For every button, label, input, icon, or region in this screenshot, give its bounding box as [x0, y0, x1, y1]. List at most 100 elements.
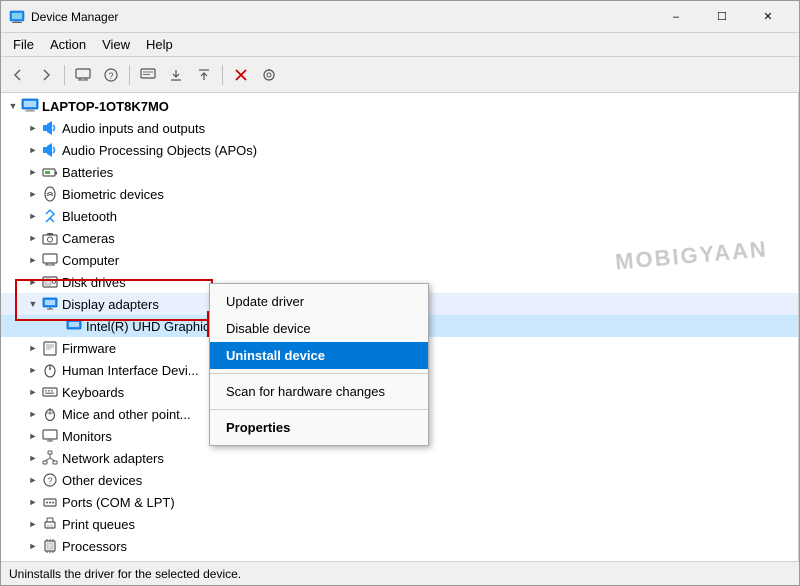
monitors-label: Monitors	[62, 429, 112, 444]
close-button[interactable]: ✕	[745, 1, 791, 33]
mice-icon	[41, 405, 59, 423]
svg-text:?: ?	[108, 71, 113, 81]
expand-apo[interactable]: ►	[25, 142, 41, 158]
menu-file[interactable]: File	[5, 35, 42, 54]
ctx-uninstall-device[interactable]: Uninstall device	[210, 342, 428, 369]
back-button[interactable]	[5, 62, 31, 88]
tree-item-bluetooth[interactable]: ► Bluetooth	[1, 205, 798, 227]
status-bar: Uninstalls the driver for the selected d…	[1, 561, 799, 585]
computer-item-label: Computer	[62, 253, 119, 268]
expand-cameras[interactable]: ►	[25, 230, 41, 246]
app-icon	[9, 9, 25, 25]
menu-help[interactable]: Help	[138, 35, 181, 54]
uninstall-button[interactable]	[228, 62, 254, 88]
display-icon	[41, 295, 59, 313]
tree-item-audio-inputs[interactable]: ► Audio inputs and outputs	[1, 117, 798, 139]
security-icon	[41, 559, 59, 561]
expand-mice[interactable]: ►	[25, 406, 41, 422]
expand-bluetooth[interactable]: ►	[25, 208, 41, 224]
apo-label: Audio Processing Objects (APOs)	[62, 143, 257, 158]
device-tree[interactable]: ▼ LAPTOP-1OT8K7MO ►	[1, 93, 799, 561]
computer2-icon	[41, 251, 59, 269]
expand-security[interactable]: ►	[25, 560, 41, 561]
tree-item-other[interactable]: ► ? Other devices	[1, 469, 798, 491]
expand-computer[interactable]: ►	[25, 252, 41, 268]
ctx-properties[interactable]: Properties	[210, 414, 428, 441]
tree-item-security[interactable]: ► Security devices	[1, 557, 798, 561]
main-window: Device Manager – ☐ ✕ File Action View He…	[0, 0, 800, 586]
disk-icon	[41, 273, 59, 291]
ctx-update-driver[interactable]: Update driver	[210, 288, 428, 315]
other-label: Other devices	[62, 473, 142, 488]
expand-batteries[interactable]: ►	[25, 164, 41, 180]
keyboards-icon	[41, 383, 59, 401]
svg-text:?: ?	[47, 476, 52, 486]
cameras-icon	[41, 229, 59, 247]
title-bar: Device Manager – ☐ ✕	[1, 1, 799, 33]
rollback-button[interactable]	[191, 62, 217, 88]
ctx-scan-hardware[interactable]: Scan for hardware changes	[210, 378, 428, 405]
disk-label: Disk drives	[62, 275, 126, 290]
display-label: Display adapters	[62, 297, 159, 312]
tree-item-print[interactable]: ► Print queues	[1, 513, 798, 535]
ctx-disable-device[interactable]: Disable device	[210, 315, 428, 342]
menu-action[interactable]: Action	[42, 35, 94, 54]
expand-audio[interactable]: ►	[25, 120, 41, 136]
tree-item-processors[interactable]: ► Processors	[1, 535, 798, 557]
expand-biometric[interactable]: ►	[25, 186, 41, 202]
expand-hid[interactable]: ►	[25, 362, 41, 378]
expand-display[interactable]: ▼	[25, 296, 41, 312]
status-text: Uninstalls the driver for the selected d…	[9, 567, 241, 581]
expand-firmware[interactable]: ►	[25, 340, 41, 356]
keyboards-label: Keyboards	[62, 385, 124, 400]
print-label: Print queues	[62, 517, 135, 532]
cameras-label: Cameras	[62, 231, 115, 246]
hid-icon	[41, 361, 59, 379]
properties-button[interactable]	[135, 62, 161, 88]
firmware-label: Firmware	[62, 341, 116, 356]
biometric-icon	[41, 185, 59, 203]
monitors-icon	[41, 427, 59, 445]
expand-monitors[interactable]: ►	[25, 428, 41, 444]
tree-item-computer[interactable]: ► Computer	[1, 249, 798, 271]
biometric-label: Biometric devices	[62, 187, 164, 202]
forward-button[interactable]	[33, 62, 59, 88]
expand-other[interactable]: ►	[25, 472, 41, 488]
tree-item-batteries[interactable]: ► Batteries	[1, 161, 798, 183]
root-computer[interactable]: ▼ LAPTOP-1OT8K7MO	[1, 95, 798, 117]
window-title: Device Manager	[31, 10, 653, 24]
computer-icon	[21, 97, 39, 115]
help-button[interactable]: ?	[98, 62, 124, 88]
expand-network[interactable]: ►	[25, 450, 41, 466]
tree-item-ports[interactable]: ► Ports (COM & LPT)	[1, 491, 798, 513]
content-area: ▼ LAPTOP-1OT8K7MO ►	[1, 93, 799, 561]
update-button[interactable]	[163, 62, 189, 88]
tree-item-biometric[interactable]: ► Biometric devices	[1, 183, 798, 205]
menu-view[interactable]: View	[94, 35, 138, 54]
tree-item-network[interactable]: ► Network adapters	[1, 447, 798, 469]
expand-keyboards[interactable]: ►	[25, 384, 41, 400]
ctx-separator-2	[210, 409, 428, 410]
network-icon	[41, 449, 59, 467]
minimize-button[interactable]: –	[653, 1, 699, 33]
audio-inputs-label: Audio inputs and outputs	[62, 121, 205, 136]
scan-button[interactable]	[256, 62, 282, 88]
batteries-label: Batteries	[62, 165, 113, 180]
batteries-icon	[41, 163, 59, 181]
network-label: Network adapters	[62, 451, 164, 466]
expand-processors[interactable]: ►	[25, 538, 41, 554]
expand-ports[interactable]: ►	[25, 494, 41, 510]
firmware-icon	[41, 339, 59, 357]
tree-item-cameras[interactable]: ► Cameras	[1, 227, 798, 249]
maximize-button[interactable]: ☐	[699, 1, 745, 33]
bluetooth-icon	[41, 207, 59, 225]
intel-gpu-icon	[65, 317, 83, 335]
computer-icon-btn[interactable]	[70, 62, 96, 88]
expand-disk[interactable]: ►	[25, 274, 41, 290]
apo-icon	[41, 141, 59, 159]
tree-item-apo[interactable]: ► Audio Processing Objects (APOs)	[1, 139, 798, 161]
root-expand[interactable]: ▼	[5, 98, 21, 114]
menu-bar: File Action View Help	[1, 33, 799, 57]
expand-print[interactable]: ►	[25, 516, 41, 532]
ports-label: Ports (COM & LPT)	[62, 495, 175, 510]
